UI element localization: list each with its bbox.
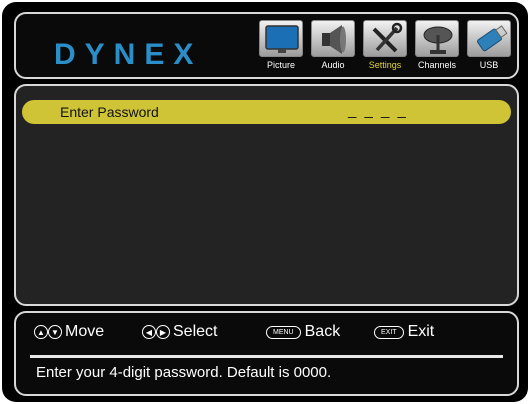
up-arrow-icon: ▲ (34, 325, 48, 339)
tv-screen: DYNEX Picture Audio Settings Channels US… (2, 2, 528, 402)
tab-settings[interactable]: Settings (362, 20, 408, 78)
satellite-dish-icon (415, 20, 459, 57)
hint-select-label: Select (173, 323, 218, 340)
tab-audio-label: Audio (321, 60, 345, 70)
tab-audio[interactable]: Audio (310, 20, 356, 78)
help-panel: ▲ ▼ Move ◀ ▶ Select MENU Back EXIT Exit … (14, 311, 519, 396)
left-arrow-icon: ◀ (142, 325, 156, 339)
hint-back-label: Back (304, 323, 341, 340)
enter-password-label: Enter Password (60, 104, 159, 120)
tv-icon (259, 20, 303, 57)
enter-password-row[interactable]: Enter Password _ _ _ _ (22, 100, 511, 124)
tab-picture[interactable]: Picture (258, 20, 304, 78)
settings-panel: Enter Password _ _ _ _ (14, 84, 519, 306)
tab-channels[interactable]: Channels (414, 20, 460, 78)
divider (30, 355, 503, 358)
tab-picture-label: Picture (266, 60, 295, 70)
usb-drive-icon (467, 20, 511, 57)
speaker-icon (311, 20, 355, 57)
tab-usb-label: USB (479, 60, 499, 70)
tab-channels-label: Channels (417, 60, 457, 70)
down-arrow-icon: ▼ (48, 325, 62, 339)
hint-exit: EXIT Exit (374, 323, 434, 341)
help-text: Enter your 4-digit password. Default is … (36, 364, 332, 381)
password-input[interactable]: _ _ _ _ (348, 102, 408, 119)
control-hints: ▲ ▼ Move ◀ ▶ Select MENU Back EXIT Exit (16, 323, 517, 345)
hint-move-label: Move (65, 323, 105, 340)
brand-logo: DYNEX (54, 38, 203, 71)
right-arrow-icon: ▶ (156, 325, 170, 339)
tools-icon (363, 20, 407, 57)
tab-settings-label: Settings (368, 60, 402, 70)
hint-back: MENU Back (266, 323, 340, 341)
hint-exit-label: Exit (407, 323, 435, 340)
hint-select: ◀ ▶ Select (142, 323, 217, 341)
menu-key-icon: MENU (266, 325, 301, 339)
menu-bar: DYNEX Picture Audio Settings Channels US… (14, 12, 519, 79)
exit-key-icon: EXIT (374, 325, 404, 339)
hint-move: ▲ ▼ Move (34, 323, 104, 341)
tab-usb[interactable]: USB (466, 20, 512, 78)
